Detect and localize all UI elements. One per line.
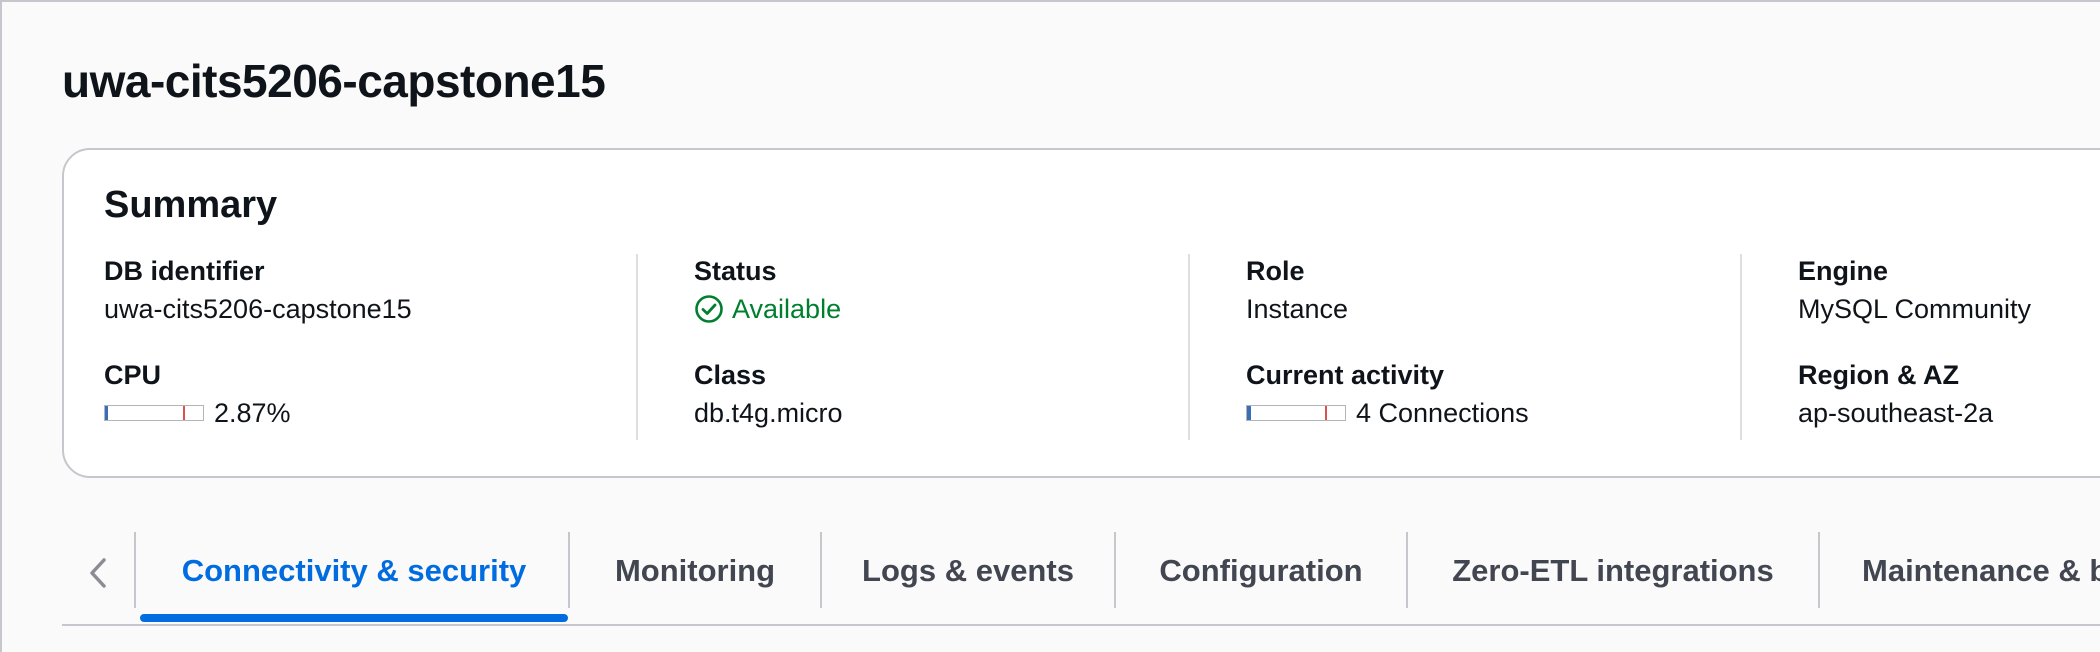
- tab-logs-events[interactable]: Logs & events: [822, 528, 1114, 614]
- engine-value: MySQL Community: [1798, 294, 2032, 324]
- tab-monitoring[interactable]: Monitoring: [570, 528, 820, 614]
- active-tab-indicator: [140, 614, 568, 622]
- class-value: db.t4g.micro: [694, 398, 843, 428]
- tab-connectivity-security[interactable]: Connectivity & security: [140, 528, 568, 614]
- tab-zero-etl-integrations[interactable]: Zero-ETL integrations: [1408, 528, 1818, 614]
- db-identifier-field: DB identifier uwa-cits5206-capstone15: [104, 254, 412, 326]
- status-check-icon: [695, 295, 723, 323]
- engine-label: Engine: [1798, 256, 1889, 286]
- current-activity-link[interactable]: 4 Connections: [1356, 396, 1529, 430]
- column-divider: [1188, 254, 1190, 440]
- status-value: Available: [732, 294, 842, 324]
- cpu-field: CPU 2.87%: [104, 358, 291, 430]
- connections-meter-fill: [1247, 406, 1251, 420]
- chevron-left-icon: [90, 558, 106, 588]
- db-identifier-label: DB identifier: [104, 256, 265, 286]
- rds-instance-page: uwa-cits5206-capstone15 Summary DB ident…: [0, 0, 2100, 652]
- tab-configuration[interactable]: Configuration: [1116, 528, 1406, 614]
- cpu-meter-threshold: [183, 406, 185, 420]
- connections-meter-threshold: [1325, 406, 1327, 420]
- tabs-baseline: [62, 624, 2100, 626]
- summary-heading: Summary: [104, 184, 278, 226]
- column-divider: [1740, 254, 1742, 440]
- role-value: Instance: [1246, 294, 1349, 324]
- cpu-label: CPU: [104, 360, 162, 390]
- tab-separator: [134, 532, 136, 608]
- cpu-value: 2.87%: [214, 398, 291, 428]
- region-az-label: Region & AZ: [1798, 360, 1959, 390]
- cpu-meter: [104, 405, 204, 421]
- class-label: Class: [694, 360, 767, 390]
- role-label: Role: [1246, 256, 1305, 286]
- detail-tabs: Connectivity & security Monitoring Logs …: [62, 528, 2100, 624]
- region-az-field: Region & AZ ap-southeast-2a: [1798, 358, 1993, 430]
- status-label: Status: [694, 256, 777, 286]
- current-activity-label: Current activity: [1246, 360, 1445, 390]
- region-az-value: ap-southeast-2a: [1798, 398, 1994, 428]
- status-field: Status Available: [694, 254, 841, 326]
- status-value-row: Available: [694, 292, 841, 326]
- summary-card: Summary DB identifier uwa-cits5206-capst…: [62, 148, 2100, 478]
- class-field: Class db.t4g.micro: [694, 358, 843, 430]
- current-activity-value-row: 4 Connections: [1246, 396, 1529, 430]
- current-activity-field: Current activity 4 Connections: [1246, 358, 1529, 430]
- tab-maintenance[interactable]: Maintenance & b: [1820, 528, 2100, 614]
- connections-meter: [1246, 405, 1346, 421]
- page-title: uwa-cits5206-capstone15: [62, 55, 606, 107]
- column-divider: [636, 254, 638, 440]
- engine-field: Engine MySQL Community: [1798, 254, 2031, 326]
- cpu-value-row: 2.87%: [104, 396, 291, 430]
- db-identifier-value: uwa-cits5206-capstone15: [104, 294, 412, 324]
- tabs-scroll-left-button[interactable]: [78, 548, 118, 598]
- role-field: Role Instance: [1246, 254, 1348, 326]
- cpu-meter-fill: [105, 406, 108, 420]
